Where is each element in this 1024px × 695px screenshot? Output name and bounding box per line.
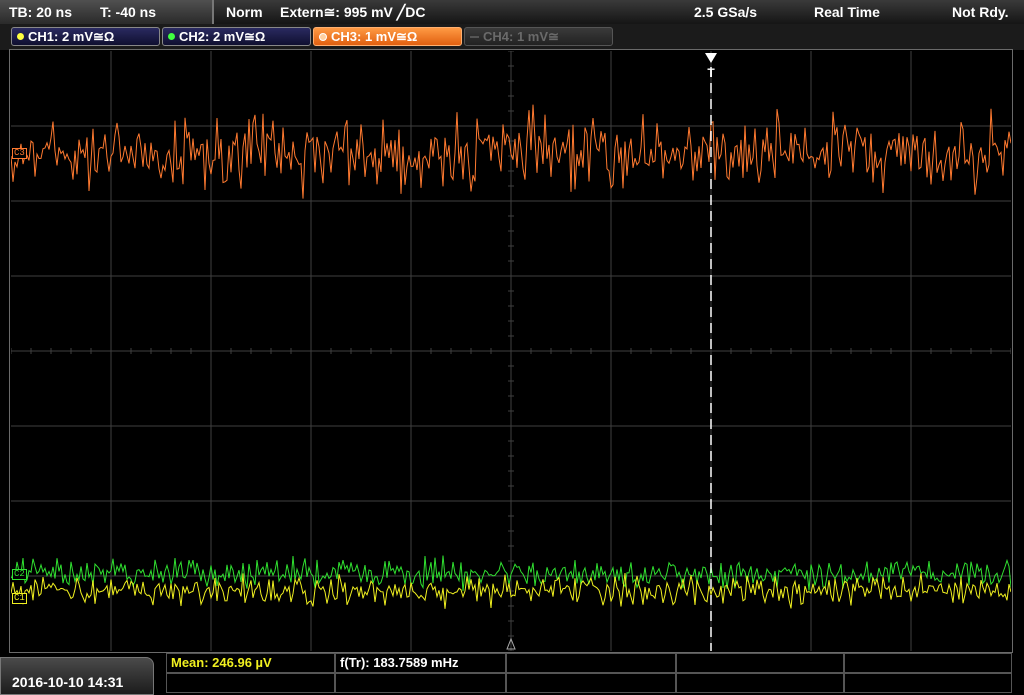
measurement-slot-9[interactable] bbox=[676, 673, 844, 693]
ch2-indicator-icon bbox=[168, 33, 175, 41]
measurement-frequency[interactable]: f(Tr): 183.7589 mHz bbox=[335, 653, 506, 673]
measurement-slot-4[interactable] bbox=[676, 653, 844, 673]
datetime-label: 2016-10-10 14:31 bbox=[12, 674, 124, 690]
measurement-panel[interactable]: Mean: 246.96 µV f(Tr): 183.7589 mHz bbox=[166, 653, 1012, 693]
datetime-box: 2016-10-10 14:31 bbox=[0, 657, 154, 695]
measurement-slot-6[interactable] bbox=[166, 673, 335, 693]
channel-tab-ch1-label: CH1: 2 mV≅Ω bbox=[28, 29, 115, 44]
graticule bbox=[11, 51, 1011, 651]
ch2-level-marker[interactable]: C2 bbox=[12, 569, 27, 580]
measurement-slot-10[interactable] bbox=[844, 673, 1012, 693]
measurement-mean[interactable]: Mean: 246.96 µV bbox=[166, 653, 335, 673]
measurement-slot-5[interactable] bbox=[844, 653, 1012, 673]
trigger-marker-label: T bbox=[707, 66, 715, 80]
ch1-level-marker[interactable]: C1 bbox=[12, 593, 27, 604]
ch1-indicator-icon bbox=[17, 33, 24, 41]
waveform-display[interactable]: T C3 C2 C1 bbox=[11, 51, 1011, 651]
timebase-label[interactable]: TB: 20 ns bbox=[9, 4, 72, 20]
timebase-box[interactable]: TB: 20 ns T: -40 ns bbox=[0, 0, 214, 24]
ch3-level-marker[interactable]: C3 bbox=[12, 148, 27, 159]
ch3-indicator-icon bbox=[319, 32, 327, 41]
channel-tab-ch2-label: CH2: 2 mV≅Ω bbox=[179, 29, 266, 44]
trigger-offset-label[interactable]: T: -40 ns bbox=[100, 4, 156, 20]
channel-tab-ch1[interactable]: CH1: 2 mV≅Ω bbox=[11, 27, 160, 46]
trigger-arrow-icon[interactable] bbox=[705, 53, 717, 63]
trigger-mode-label[interactable]: Norm bbox=[226, 4, 263, 20]
channel-tab-ch2[interactable]: CH2: 2 mV≅Ω bbox=[162, 27, 311, 46]
measurement-slot-3[interactable] bbox=[506, 653, 676, 673]
trigger-source-label[interactable]: Extern≅: 995 mV ╱DC bbox=[280, 4, 425, 21]
channel-tab-ch3[interactable]: CH3: 1 mV≅Ω bbox=[313, 27, 462, 46]
channel-tab-ch3-label: CH3: 1 mV≅Ω bbox=[331, 29, 418, 44]
ch4-indicator-icon bbox=[470, 35, 479, 38]
status-bar: TB: 20 ns T: -40 ns Norm Extern≅: 995 mV… bbox=[0, 0, 1024, 24]
channel-tab-ch4[interactable]: CH4: 1 mV≅ bbox=[464, 27, 613, 46]
acquisition-mode-label[interactable]: Real Time bbox=[814, 4, 880, 20]
sample-rate-label[interactable]: 2.5 GSa/s bbox=[694, 4, 757, 20]
channel-bar: CH1: 2 mV≅Ω CH2: 2 mV≅Ω CH3: 1 mV≅Ω CH4:… bbox=[0, 24, 1024, 50]
measurement-slot-8[interactable] bbox=[506, 673, 676, 693]
measurement-slot-7[interactable] bbox=[335, 673, 506, 693]
waveform-canvas[interactable]: T bbox=[11, 51, 1011, 651]
trigger-status-label: Not Rdy. bbox=[952, 4, 1009, 20]
channel-tab-ch4-label: CH4: 1 mV≅ bbox=[483, 29, 559, 44]
